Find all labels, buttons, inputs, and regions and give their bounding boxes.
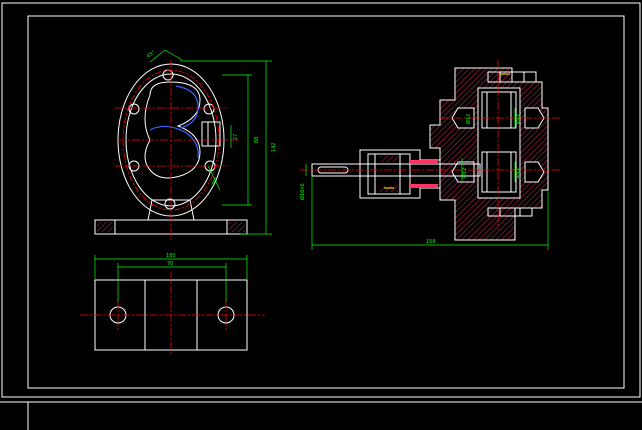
front-centerlines [115,60,240,240]
dim-hole-spacing: 70 [167,261,173,267]
dim-bore-4: Ø12 [465,114,472,124]
dim-height-outer: 142 [271,142,277,152]
gear-profile [149,85,199,159]
dim-shaft: Ø16h6 [299,183,306,200]
dim-bore-2: Ø12 [514,114,521,124]
dim-height-inner: 88 [254,137,260,143]
section-view: 158 Ø16h6 Ø12 Ø12 Ø12 Ø12 [299,60,560,250]
dim-bore-3: Ø12 [514,168,521,178]
drawing-frame [0,2,642,430]
dim-length: 158 [426,239,436,245]
front-view: 45° 142 88 27 45° [94,49,277,240]
dim-width-total: 180 [166,253,176,259]
top-view: 180 70 [80,253,265,356]
dim-port: 27 [233,134,239,140]
dim-angle: 45° [211,176,221,187]
dim-bore-1: Ø12 [461,168,468,178]
cad-drawing-canvas: 45° 142 88 27 45° 180 70 158 Ø16h6 Ø12 Ø… [0,2,642,430]
